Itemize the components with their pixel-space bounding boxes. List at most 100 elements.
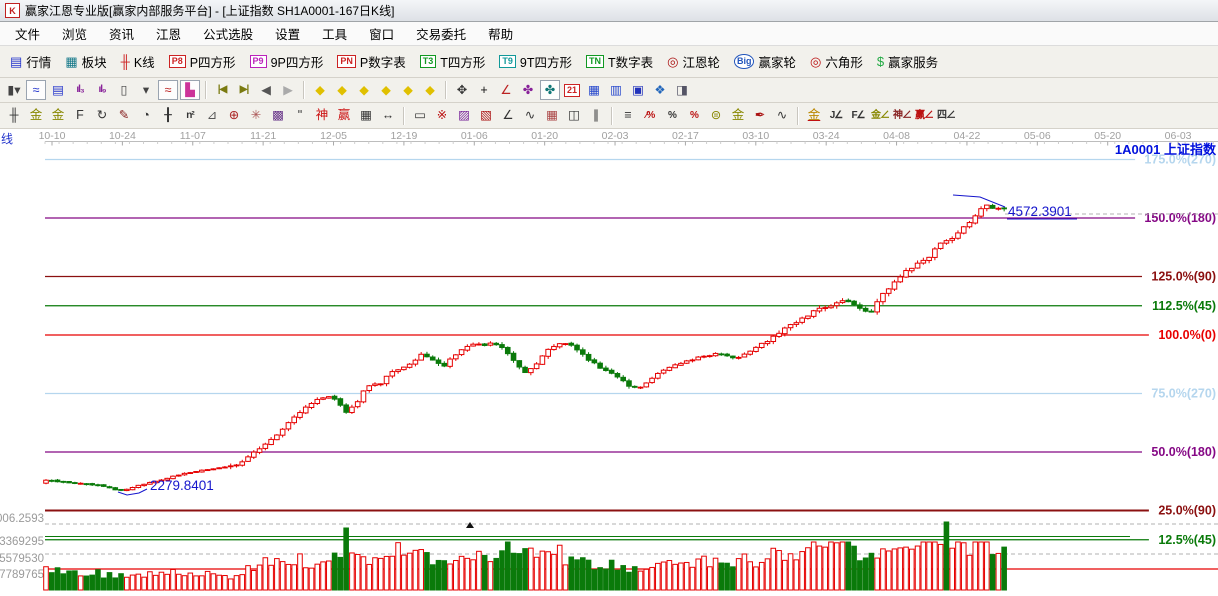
t-square-button[interactable]: T3T四方形 [413, 49, 493, 74]
angle-tool[interactable]: ⊿ [202, 106, 222, 126]
winner-service-button[interactable]: $赢家服务 [870, 49, 945, 74]
diamond-right-icon[interactable]: ◆ [332, 80, 352, 100]
p-square-button[interactable]: P8P四方形 [162, 49, 243, 74]
kline-chart[interactable]: 10-1010-2411-0711-2112-0512-1901-0601-20… [0, 129, 1218, 591]
zigzag-tool[interactable]: ∿ [520, 106, 540, 126]
sectors-button[interactable]: ▦板块 [58, 49, 113, 74]
p-table-button[interactable]: PNP数字表 [330, 49, 412, 74]
nav-next-icon[interactable]: ▶ [278, 80, 298, 100]
menu-item-资讯[interactable]: 资讯 [98, 22, 145, 45]
f-angle-tool[interactable]: F∠ [848, 106, 868, 126]
print-icon[interactable]: ◨ [672, 80, 692, 100]
nav-first-icon[interactable]: |◀ [212, 80, 232, 100]
menu-item-浏览[interactable]: 浏览 [51, 22, 98, 45]
gold-angle-tool[interactable]: 金∠ [870, 106, 890, 126]
multi-line-tool[interactable]: ∠ [498, 106, 518, 126]
gold-ratio2-tool[interactable]: 金 [48, 106, 68, 126]
diamond-hspan-icon[interactable]: ◆ [354, 80, 374, 100]
shen-angle-tool[interactable]: 神∠ [892, 106, 912, 126]
info-report-icon[interactable]: ▤ [48, 80, 68, 100]
nav-last-icon[interactable]: ▶| [234, 80, 254, 100]
nine-t-square-button[interactable]: T99T四方形 [492, 49, 579, 74]
style-dropdown-icon[interactable]: ▾ [136, 80, 156, 100]
percent-tool[interactable]: % [662, 106, 682, 126]
percent-fan-tool[interactable]: ∕% [640, 106, 660, 126]
pen-a-tool[interactable]: ✒ [750, 106, 770, 126]
menu-item-工具[interactable]: 工具 [311, 22, 358, 45]
fan-red-tool[interactable]: ※ [432, 106, 452, 126]
save-icon[interactable]: ▣ [628, 80, 648, 100]
quotes-button[interactable]: ▤行情 [3, 49, 58, 74]
tick-ruler-tool[interactable]: ╂ [158, 106, 178, 126]
volume-bars[interactable] [44, 522, 1007, 590]
j-angle-tool[interactable]: J∠ [826, 106, 846, 126]
crosshair-icon[interactable]: + [474, 80, 494, 100]
hspan-tool[interactable]: ↔ [378, 106, 398, 126]
menu-item-帮助[interactable]: 帮助 [477, 22, 524, 45]
red-wave-icon[interactable]: ≈ [158, 80, 178, 100]
gold-ratio-tool[interactable]: 金 [26, 106, 46, 126]
date-tick: 05-06 [1024, 130, 1051, 142]
shade-box2-tool[interactable]: ▧ [476, 106, 496, 126]
gold-underline-tool[interactable]: 金 [804, 106, 824, 126]
hand-tool-icon[interactable]: ✥ [452, 80, 472, 100]
network-icon[interactable]: ❖ [650, 80, 670, 100]
diamond-vspan-icon[interactable]: ◆ [398, 80, 418, 100]
color-bars-icon[interactable]: ▙ [180, 80, 200, 100]
chart-type-dropdown[interactable]: ▮▾ [4, 80, 24, 100]
grid-box-tool[interactable]: ◫ [564, 106, 584, 126]
blue-wave-icon[interactable]: ≈ [26, 80, 46, 100]
angle-ruler-icon[interactable]: ∠ [496, 80, 516, 100]
spiderweb-tool[interactable]: ✳ [246, 106, 266, 126]
menu-item-窗口[interactable]: 窗口 [358, 22, 405, 45]
n-square-tool[interactable]: n² [180, 106, 200, 126]
kline-button[interactable]: ╫K线 [114, 49, 162, 74]
shade-box-tool[interactable]: ▨ [454, 106, 474, 126]
red-grid-tool[interactable]: ▦ [542, 106, 562, 126]
gold-line-tool[interactable]: 金 [728, 106, 748, 126]
gold-circle-tool[interactable]: ⊜ [706, 106, 726, 126]
ruler-123-tool[interactable]: ▦ [356, 106, 376, 126]
menu-item-江恩[interactable]: 江恩 [145, 22, 192, 45]
fibonacci-tool[interactable]: F [70, 106, 90, 126]
ying-angle-tool[interactable]: 赢∠ [914, 106, 934, 126]
pen-tool[interactable]: ✎ [114, 106, 134, 126]
candle-style-icon[interactable]: ▯ [114, 80, 134, 100]
diamond-compress-icon[interactable]: ◆ [376, 80, 396, 100]
calendar-icon[interactable]: 21 [562, 80, 582, 100]
menu-item-公式选股[interactable]: 公式选股 [192, 22, 264, 45]
calculator-icon[interactable]: ▦ [584, 80, 604, 100]
box-tool[interactable]: ▭ [410, 106, 430, 126]
ying-tool[interactable]: 赢 [334, 106, 354, 126]
gann-wheel-button[interactable]: ◎江恩轮 [660, 49, 727, 74]
nav-prev-icon[interactable]: ◀ [256, 80, 276, 100]
four-angle-tool[interactable]: 四∠ [936, 106, 956, 126]
grid-net-tool[interactable]: ▩ [268, 106, 288, 126]
menu-item-交易委托[interactable]: 交易委托 [405, 22, 477, 45]
wave-channel-tool[interactable]: ∿ [772, 106, 792, 126]
shen-tool[interactable]: 神 [312, 106, 332, 126]
diamond-expand-icon[interactable]: ◆ [420, 80, 440, 100]
nine-p-square-button[interactable]: P99P四方形 [243, 49, 331, 74]
diamond-left-icon[interactable]: ◆ [310, 80, 330, 100]
compass-tool[interactable]: ⊕ [224, 106, 244, 126]
spiral-tool[interactable]: ↻ [92, 106, 112, 126]
circle-ruler-tool[interactable]: ◔ [136, 106, 156, 126]
percent-level-tool[interactable]: % [684, 106, 704, 126]
candlesticks[interactable] [44, 204, 1007, 491]
purple-pattern-icon[interactable]: ✤ [518, 80, 538, 100]
gann-line-tool[interactable]: ╫ [4, 106, 24, 126]
t-table-button[interactable]: TNT数字表 [579, 49, 660, 74]
count-lines-tool[interactable]: ≡ [618, 106, 638, 126]
notes-icon[interactable]: ▥ [606, 80, 626, 100]
hexagon-button[interactable]: ◎六角形 [803, 49, 870, 74]
teal-pattern-icon[interactable]: ✤ [540, 80, 560, 100]
k-count-tool[interactable]: ʺ [290, 106, 310, 126]
bars-3-icon[interactable]: ıl₃ [70, 80, 90, 100]
winner-wheel-button[interactable]: Big赢家轮 [727, 49, 803, 74]
bars-9-icon[interactable]: ıl₉ [92, 80, 112, 100]
chart-area[interactable]: 10-1010-2411-0711-2112-0512-1901-0601-20… [0, 129, 1218, 591]
menu-item-文件[interactable]: 文件 [4, 22, 51, 45]
menu-item-设置[interactable]: 设置 [264, 22, 311, 45]
parallel-tool[interactable]: ∥ [586, 106, 606, 126]
